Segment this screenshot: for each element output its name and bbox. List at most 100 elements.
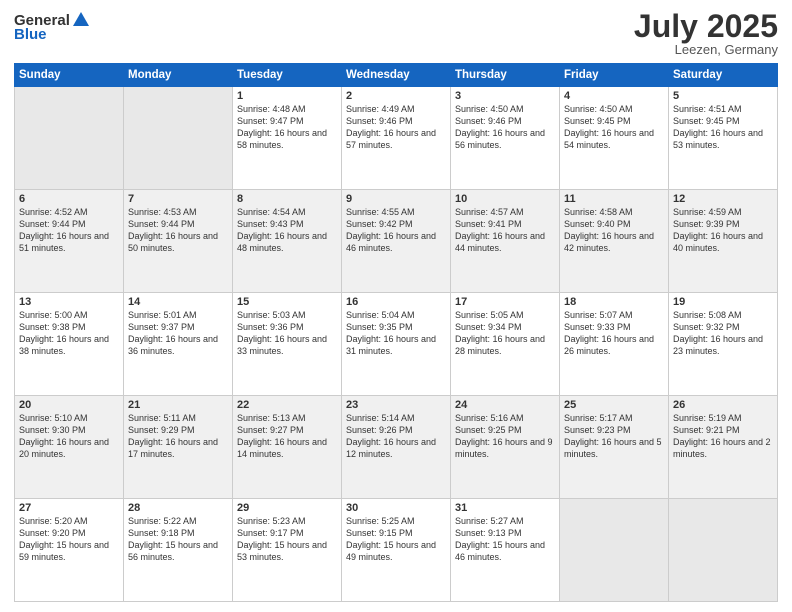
calendar-cell: 1Sunrise: 4:48 AMSunset: 9:47 PMDaylight… — [233, 87, 342, 190]
day-info: Sunrise: 5:03 AMSunset: 9:36 PMDaylight:… — [237, 309, 337, 358]
calendar-cell: 2Sunrise: 4:49 AMSunset: 9:46 PMDaylight… — [342, 87, 451, 190]
day-number: 8 — [237, 193, 337, 205]
day-info: Sunrise: 4:55 AMSunset: 9:42 PMDaylight:… — [346, 206, 446, 255]
weekday-header-tuesday: Tuesday — [233, 64, 342, 87]
day-number: 12 — [673, 193, 773, 205]
day-number: 16 — [346, 296, 446, 308]
calendar-cell: 30Sunrise: 5:25 AMSunset: 9:15 PMDayligh… — [342, 499, 451, 602]
weekday-header-sunday: Sunday — [15, 64, 124, 87]
calendar-cell: 22Sunrise: 5:13 AMSunset: 9:27 PMDayligh… — [233, 396, 342, 499]
day-info: Sunrise: 5:19 AMSunset: 9:21 PMDaylight:… — [673, 412, 773, 461]
day-info: Sunrise: 5:17 AMSunset: 9:23 PMDaylight:… — [564, 412, 664, 461]
calendar-cell: 14Sunrise: 5:01 AMSunset: 9:37 PMDayligh… — [124, 293, 233, 396]
day-info: Sunrise: 4:59 AMSunset: 9:39 PMDaylight:… — [673, 206, 773, 255]
logo-blue-text: Blue — [14, 26, 47, 43]
calendar-cell — [669, 499, 778, 602]
day-info: Sunrise: 4:50 AMSunset: 9:45 PMDaylight:… — [564, 103, 664, 152]
day-number: 9 — [346, 193, 446, 205]
calendar-table: SundayMondayTuesdayWednesdayThursdayFrid… — [14, 63, 778, 602]
calendar-week-row: 1Sunrise: 4:48 AMSunset: 9:47 PMDaylight… — [15, 87, 778, 190]
day-number: 29 — [237, 502, 337, 514]
calendar-cell: 12Sunrise: 4:59 AMSunset: 9:39 PMDayligh… — [669, 190, 778, 293]
title-block: July 2025 Leezen, Germany — [634, 10, 778, 57]
day-number: 4 — [564, 90, 664, 102]
calendar-cell: 24Sunrise: 5:16 AMSunset: 9:25 PMDayligh… — [451, 396, 560, 499]
weekday-header-saturday: Saturday — [669, 64, 778, 87]
day-number: 7 — [128, 193, 228, 205]
calendar-cell — [15, 87, 124, 190]
day-info: Sunrise: 5:00 AMSunset: 9:38 PMDaylight:… — [19, 309, 119, 358]
calendar-cell — [124, 87, 233, 190]
day-info: Sunrise: 5:07 AMSunset: 9:33 PMDaylight:… — [564, 309, 664, 358]
day-info: Sunrise: 5:25 AMSunset: 9:15 PMDaylight:… — [346, 515, 446, 564]
calendar-cell: 9Sunrise: 4:55 AMSunset: 9:42 PMDaylight… — [342, 190, 451, 293]
calendar-week-row: 27Sunrise: 5:20 AMSunset: 9:20 PMDayligh… — [15, 499, 778, 602]
calendar-week-row: 20Sunrise: 5:10 AMSunset: 9:30 PMDayligh… — [15, 396, 778, 499]
calendar-cell: 3Sunrise: 4:50 AMSunset: 9:46 PMDaylight… — [451, 87, 560, 190]
calendar-cell: 13Sunrise: 5:00 AMSunset: 9:38 PMDayligh… — [15, 293, 124, 396]
calendar-cell: 25Sunrise: 5:17 AMSunset: 9:23 PMDayligh… — [560, 396, 669, 499]
calendar-cell: 5Sunrise: 4:51 AMSunset: 9:45 PMDaylight… — [669, 87, 778, 190]
calendar-week-row: 6Sunrise: 4:52 AMSunset: 9:44 PMDaylight… — [15, 190, 778, 293]
weekday-header-monday: Monday — [124, 64, 233, 87]
calendar-week-row: 13Sunrise: 5:00 AMSunset: 9:38 PMDayligh… — [15, 293, 778, 396]
day-info: Sunrise: 5:08 AMSunset: 9:32 PMDaylight:… — [673, 309, 773, 358]
calendar-cell: 26Sunrise: 5:19 AMSunset: 9:21 PMDayligh… — [669, 396, 778, 499]
day-number: 11 — [564, 193, 664, 205]
day-info: Sunrise: 5:16 AMSunset: 9:25 PMDaylight:… — [455, 412, 555, 461]
calendar-cell: 7Sunrise: 4:53 AMSunset: 9:44 PMDaylight… — [124, 190, 233, 293]
day-number: 25 — [564, 399, 664, 411]
day-info: Sunrise: 4:54 AMSunset: 9:43 PMDaylight:… — [237, 206, 337, 255]
day-number: 1 — [237, 90, 337, 102]
day-info: Sunrise: 5:20 AMSunset: 9:20 PMDaylight:… — [19, 515, 119, 564]
day-number: 13 — [19, 296, 119, 308]
day-info: Sunrise: 4:52 AMSunset: 9:44 PMDaylight:… — [19, 206, 119, 255]
calendar-cell: 15Sunrise: 5:03 AMSunset: 9:36 PMDayligh… — [233, 293, 342, 396]
day-info: Sunrise: 5:13 AMSunset: 9:27 PMDaylight:… — [237, 412, 337, 461]
day-info: Sunrise: 4:49 AMSunset: 9:46 PMDaylight:… — [346, 103, 446, 152]
day-info: Sunrise: 4:57 AMSunset: 9:41 PMDaylight:… — [455, 206, 555, 255]
calendar-cell: 21Sunrise: 5:11 AMSunset: 9:29 PMDayligh… — [124, 396, 233, 499]
day-number: 19 — [673, 296, 773, 308]
calendar-title: July 2025 — [634, 10, 778, 42]
calendar-cell: 4Sunrise: 4:50 AMSunset: 9:45 PMDaylight… — [560, 87, 669, 190]
weekday-header-thursday: Thursday — [451, 64, 560, 87]
day-number: 31 — [455, 502, 555, 514]
calendar-cell: 27Sunrise: 5:20 AMSunset: 9:20 PMDayligh… — [15, 499, 124, 602]
header: General Blue July 2025 Leezen, Germany — [14, 10, 778, 57]
day-info: Sunrise: 5:05 AMSunset: 9:34 PMDaylight:… — [455, 309, 555, 358]
day-number: 28 — [128, 502, 228, 514]
day-number: 3 — [455, 90, 555, 102]
day-number: 15 — [237, 296, 337, 308]
day-number: 18 — [564, 296, 664, 308]
calendar-cell: 29Sunrise: 5:23 AMSunset: 9:17 PMDayligh… — [233, 499, 342, 602]
calendar-cell — [560, 499, 669, 602]
calendar-cell: 16Sunrise: 5:04 AMSunset: 9:35 PMDayligh… — [342, 293, 451, 396]
calendar-cell: 19Sunrise: 5:08 AMSunset: 9:32 PMDayligh… — [669, 293, 778, 396]
calendar-cell: 18Sunrise: 5:07 AMSunset: 9:33 PMDayligh… — [560, 293, 669, 396]
weekday-header-wednesday: Wednesday — [342, 64, 451, 87]
day-info: Sunrise: 5:11 AMSunset: 9:29 PMDaylight:… — [128, 412, 228, 461]
day-number: 24 — [455, 399, 555, 411]
logo: General Blue — [14, 10, 91, 43]
calendar-cell: 20Sunrise: 5:10 AMSunset: 9:30 PMDayligh… — [15, 396, 124, 499]
day-number: 21 — [128, 399, 228, 411]
day-number: 10 — [455, 193, 555, 205]
day-info: Sunrise: 5:01 AMSunset: 9:37 PMDaylight:… — [128, 309, 228, 358]
day-number: 6 — [19, 193, 119, 205]
day-number: 30 — [346, 502, 446, 514]
day-number: 14 — [128, 296, 228, 308]
calendar-cell: 17Sunrise: 5:05 AMSunset: 9:34 PMDayligh… — [451, 293, 560, 396]
calendar-cell: 11Sunrise: 4:58 AMSunset: 9:40 PMDayligh… — [560, 190, 669, 293]
day-info: Sunrise: 5:10 AMSunset: 9:30 PMDaylight:… — [19, 412, 119, 461]
day-number: 20 — [19, 399, 119, 411]
calendar-cell: 8Sunrise: 4:54 AMSunset: 9:43 PMDaylight… — [233, 190, 342, 293]
day-info: Sunrise: 5:14 AMSunset: 9:26 PMDaylight:… — [346, 412, 446, 461]
weekday-header-row: SundayMondayTuesdayWednesdayThursdayFrid… — [15, 64, 778, 87]
calendar-location: Leezen, Germany — [634, 42, 778, 57]
day-info: Sunrise: 5:27 AMSunset: 9:13 PMDaylight:… — [455, 515, 555, 564]
day-number: 2 — [346, 90, 446, 102]
calendar-cell: 28Sunrise: 5:22 AMSunset: 9:18 PMDayligh… — [124, 499, 233, 602]
calendar-cell: 23Sunrise: 5:14 AMSunset: 9:26 PMDayligh… — [342, 396, 451, 499]
logo-icon — [71, 10, 91, 30]
